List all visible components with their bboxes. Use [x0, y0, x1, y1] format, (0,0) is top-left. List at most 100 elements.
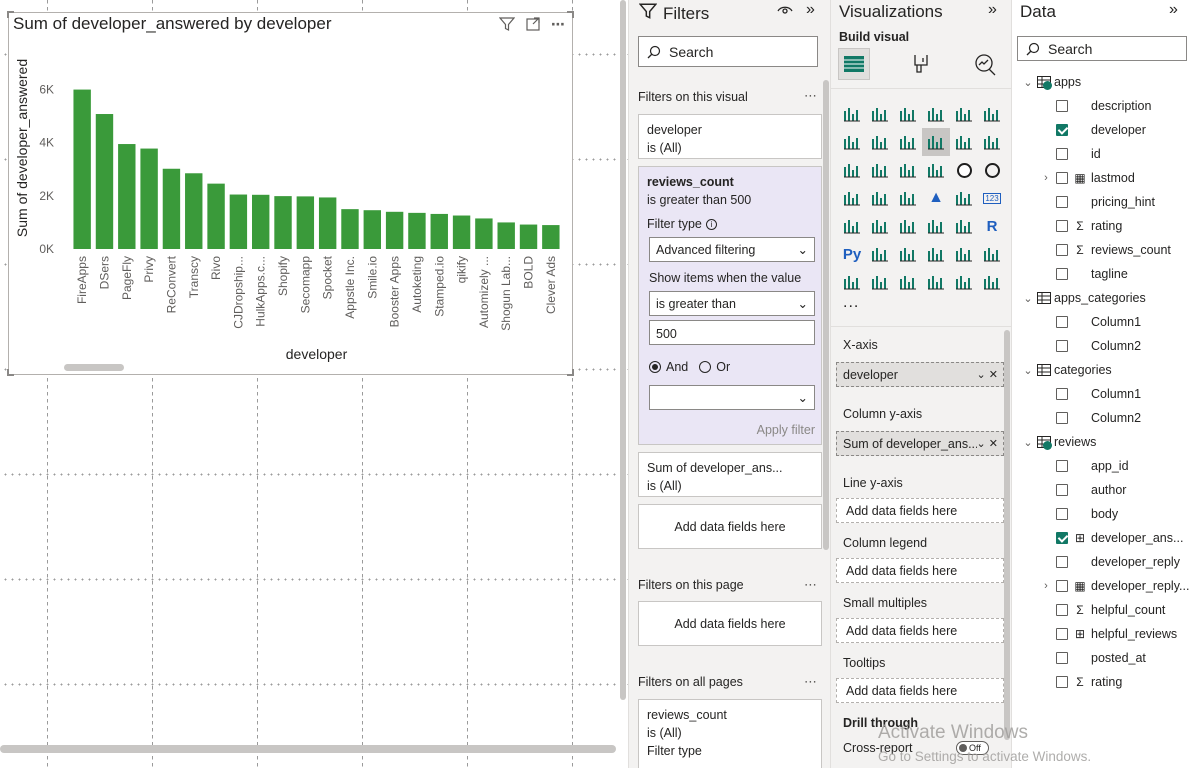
field-checkbox[interactable]	[1056, 412, 1068, 424]
field-posted-at[interactable]: posted_at	[1040, 646, 1146, 670]
chevron-right-icon[interactable]: ›	[1040, 172, 1052, 184]
bar-5[interactable]	[185, 173, 203, 249]
viz-stacked-bar-icon[interactable]	[838, 100, 866, 128]
field-app-id[interactable]: app_id	[1040, 454, 1129, 478]
filter-card-developer[interactable]: developer is (All)	[638, 114, 822, 159]
viz-chevron-icon[interactable]	[978, 268, 1006, 296]
bar-21[interactable]	[542, 225, 560, 249]
field-developer-ans-[interactable]: ⊞ developer_ans...	[1040, 526, 1183, 550]
canvas-horizontal-scrollbar[interactable]	[0, 745, 616, 753]
canvas-vertical-scrollbar[interactable]	[620, 0, 626, 700]
viz-key-influencers-icon[interactable]	[866, 240, 894, 268]
field-helpful-count[interactable]: Σhelpful_count	[1040, 598, 1165, 622]
chevron-down-icon[interactable]: ⌄	[1022, 436, 1034, 449]
filter-card-reviews-count[interactable]: reviews_count is greater than 500 Filter…	[638, 166, 822, 445]
viz-stacked-column-icon[interactable]	[866, 100, 894, 128]
bar-18[interactable]	[475, 218, 493, 249]
column-legend-well[interactable]: Add data fields here	[836, 558, 1004, 583]
collapse-pane-icon[interactable]: »	[988, 1, 997, 19]
chevron-right-icon[interactable]: ›	[1040, 580, 1052, 592]
viz-pie-icon[interactable]	[950, 156, 978, 184]
column-chart-visual[interactable]: Sum of developer_answered by developer ⋯…	[7, 11, 574, 376]
bar-4[interactable]	[162, 168, 181, 249]
add-visual-filter-dropzone[interactable]: Add data fields here	[638, 504, 822, 549]
field-Column1[interactable]: Column1	[1040, 382, 1141, 406]
field-pricing-hint[interactable]: pricing_hint	[1040, 190, 1155, 214]
viz-paginated-report-icon[interactable]	[838, 268, 866, 296]
viz-slicer-icon[interactable]	[894, 212, 922, 240]
viz-smart-narrative-icon[interactable]	[950, 240, 978, 268]
viz-clustered-column-icon[interactable]	[922, 100, 950, 128]
bar-12[interactable]	[341, 209, 359, 249]
bar-15[interactable]	[408, 212, 426, 249]
field-developer[interactable]: developer	[1040, 118, 1146, 142]
field-checkbox[interactable]	[1056, 316, 1068, 328]
more-options-icon[interactable]: ⋯	[804, 674, 818, 690]
filter-card-all-pages-reviews[interactable]: reviews_count is (All) Filter type	[638, 699, 822, 768]
bar-6[interactable]	[207, 183, 225, 249]
info-icon[interactable]: i	[705, 218, 717, 230]
field-rating[interactable]: Σrating	[1040, 670, 1122, 694]
x-axis-well[interactable]: developer ⌄ ✕	[836, 362, 1004, 387]
viz-decomposition-tree-icon[interactable]	[894, 240, 922, 268]
table-categories[interactable]: ⌄ categories	[1022, 358, 1111, 382]
bar-0[interactable]	[73, 89, 91, 249]
add-page-filter-dropzone[interactable]: Add data fields here	[638, 601, 822, 646]
field-body[interactable]: body	[1040, 502, 1118, 526]
field-checkbox[interactable]	[1056, 556, 1068, 568]
bar-1[interactable]	[95, 114, 114, 249]
filters-search-input[interactable]: Search	[638, 36, 818, 67]
field-checkbox[interactable]	[1056, 652, 1068, 664]
viz-funnel-icon[interactable]	[866, 156, 894, 184]
viz-qa-icon[interactable]	[922, 240, 950, 268]
viz-power-apps-icon[interactable]	[866, 268, 894, 296]
bar-7[interactable]	[229, 194, 248, 249]
viz-stacked-area-icon[interactable]	[894, 128, 922, 156]
field-checkbox[interactable]	[1056, 604, 1068, 616]
field-checkbox[interactable]	[1056, 148, 1068, 160]
field-checkbox[interactable]	[1056, 580, 1068, 592]
viz-line-clustered-icon[interactable]	[922, 128, 950, 156]
chart-scrollbar[interactable]	[64, 364, 124, 371]
viz-power-automate-icon[interactable]	[894, 268, 922, 296]
eye-icon[interactable]	[777, 4, 793, 23]
field-checkbox[interactable]	[1056, 676, 1068, 688]
table-apps_categories[interactable]: ⌄ apps_categories	[1022, 286, 1145, 310]
viz-treemap-icon[interactable]	[838, 184, 866, 212]
more-options-icon[interactable]: ⋯	[804, 88, 818, 104]
viz-multi-row-card-icon[interactable]	[838, 212, 866, 240]
viz-line-stacked-column-icon[interactable]	[950, 128, 978, 156]
viz-area-icon[interactable]	[866, 128, 894, 156]
column-y-axis-well[interactable]: Sum of developer_ans... ⌄ ✕	[836, 431, 1004, 456]
viz-python-visual-icon[interactable]: Py	[838, 240, 866, 268]
collapse-pane-icon[interactable]: »	[806, 1, 815, 19]
field-Column2[interactable]: Column2	[1040, 406, 1141, 430]
viz-table-icon[interactable]	[922, 212, 950, 240]
report-canvas[interactable]: Sum of developer_answered by developer ⋯…	[0, 0, 628, 768]
field-author[interactable]: author	[1040, 478, 1126, 502]
or-radio[interactable]	[699, 361, 712, 373]
viz-filled-map-icon[interactable]	[894, 184, 922, 212]
viz-gauge-icon[interactable]	[950, 184, 978, 212]
field-developer-reply-[interactable]: › ▦ developer_reply...	[1040, 574, 1189, 598]
field-checkbox[interactable]	[1056, 220, 1068, 232]
table-apps[interactable]: ⌄ apps	[1022, 70, 1081, 94]
bar-11[interactable]	[318, 197, 337, 249]
field-checkbox[interactable]	[1056, 340, 1068, 352]
bar-2[interactable]	[118, 144, 136, 249]
tooltips-well[interactable]: Add data fields here	[836, 678, 1004, 703]
viz-100-bar-icon[interactable]	[950, 100, 978, 128]
bar-20[interactable]	[519, 224, 538, 249]
chevron-down-icon[interactable]: ⌄	[1022, 364, 1034, 377]
field-checkbox[interactable]	[1056, 268, 1068, 280]
viz-kpi-icon[interactable]	[866, 212, 894, 240]
bar-17[interactable]	[452, 215, 471, 249]
field-checkbox[interactable]	[1056, 628, 1068, 640]
viz-funnel2-icon[interactable]	[894, 156, 922, 184]
field-checkbox[interactable]	[1056, 196, 1068, 208]
more-options-icon[interactable]: ⋯	[804, 577, 818, 593]
bar-19[interactable]	[497, 222, 515, 249]
apply-filter-button[interactable]: Apply filter	[757, 421, 815, 439]
filter-card-sum-developer-answered[interactable]: Sum of developer_ans... is (All)	[638, 452, 822, 497]
viz-scrollbar[interactable]	[1004, 330, 1010, 740]
